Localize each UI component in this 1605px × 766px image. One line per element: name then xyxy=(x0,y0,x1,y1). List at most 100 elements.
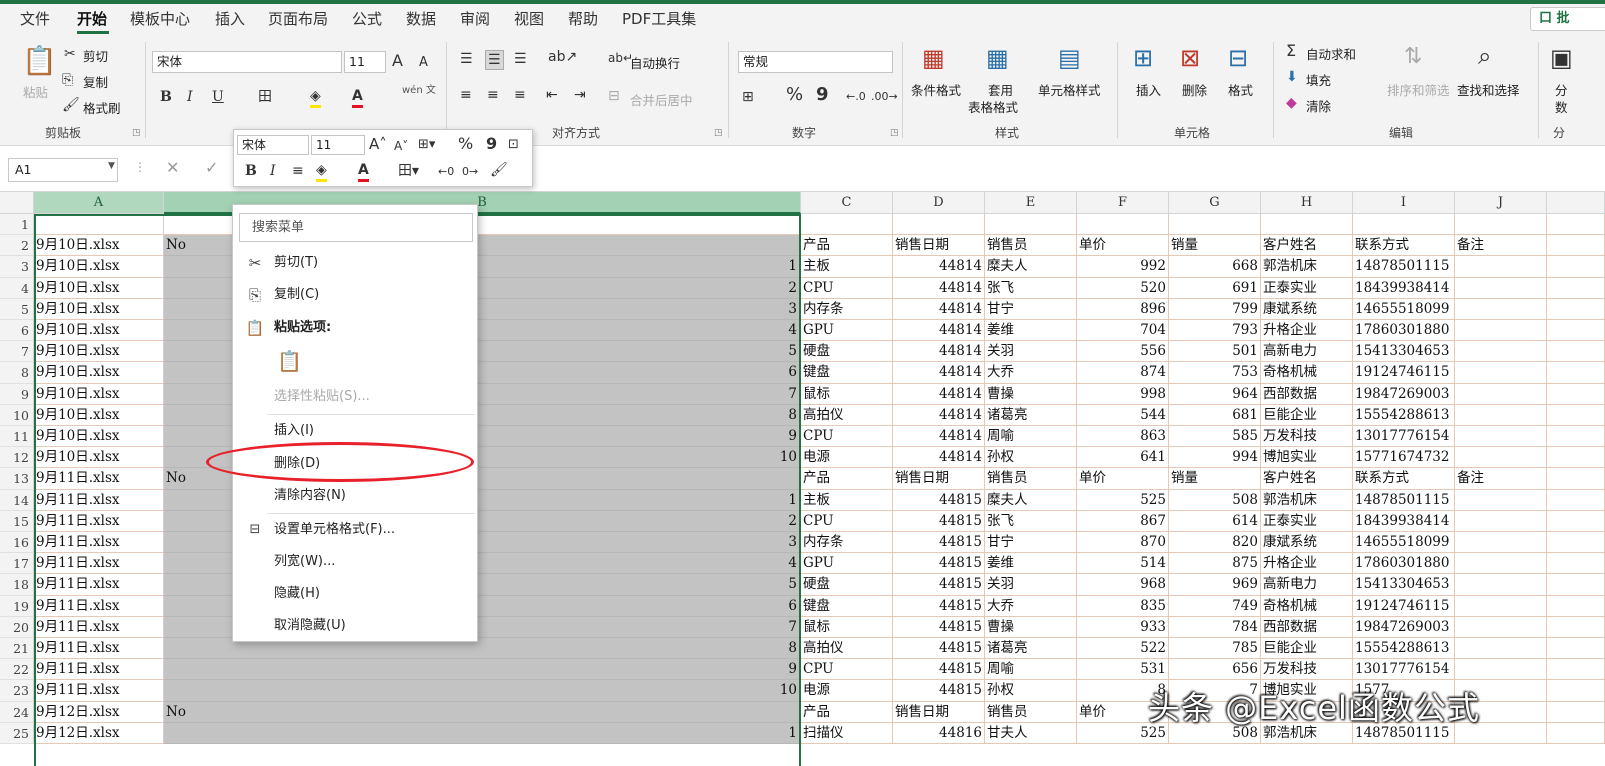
cell-a[interactable]: 9月11日.xlsx xyxy=(34,553,164,575)
cell-c[interactable]: 电源 xyxy=(801,447,893,469)
cell-g[interactable]: 799 xyxy=(1169,298,1261,320)
cell-b[interactable]: No xyxy=(164,701,801,723)
mini-format-painter-icon[interactable]: 🖌 xyxy=(490,161,508,179)
column-header-h[interactable]: H xyxy=(1261,192,1353,214)
font-name-select[interactable]: 宋体 xyxy=(152,51,342,73)
cell-k[interactable] xyxy=(1547,553,1605,575)
cell-e[interactable]: 大乔 xyxy=(985,362,1077,384)
cell-c[interactable]: CPU xyxy=(801,277,893,299)
cell-k[interactable] xyxy=(1547,404,1605,426)
cell-g[interactable]: 614 xyxy=(1169,510,1261,532)
cell-j[interactable] xyxy=(1455,277,1547,299)
cell-f[interactable]: 998 xyxy=(1077,383,1169,405)
name-box[interactable]: A1 xyxy=(8,158,118,182)
cell-a[interactable]: 9月11日.xlsx xyxy=(34,574,164,596)
cell-i[interactable]: 13017776154 xyxy=(1353,426,1455,448)
cell-e[interactable]: 张飞 xyxy=(985,510,1077,532)
decrease-decimal-icon[interactable]: .00→ xyxy=(871,88,898,106)
cell-d[interactable]: 销售日期 xyxy=(893,235,985,257)
cell-k[interactable] xyxy=(1547,722,1605,744)
cell-i[interactable]: 17860301880 xyxy=(1353,553,1455,575)
cell-d[interactable]: 44815 xyxy=(893,553,985,575)
cell-k[interactable] xyxy=(1547,235,1605,257)
cell-e[interactable]: 姜维 xyxy=(985,320,1077,342)
tab-view[interactable]: 视图 xyxy=(514,4,544,34)
cell-c[interactable]: GPU xyxy=(801,553,893,575)
format-painter-button[interactable]: 格式刷 xyxy=(83,98,121,117)
cell-e[interactable]: 关羽 xyxy=(985,341,1077,363)
cell-j[interactable] xyxy=(1455,553,1547,575)
cell-f[interactable]: 863 xyxy=(1077,426,1169,448)
clipboard-dialog-launcher-icon[interactable]: ◳ xyxy=(132,128,141,138)
cell-f[interactable]: 835 xyxy=(1077,595,1169,617)
cell-c[interactable]: 主板 xyxy=(801,489,893,511)
cell-g[interactable]: 销量 xyxy=(1169,235,1261,257)
column-header-f[interactable]: F xyxy=(1077,192,1169,214)
cell-d[interactable]: 44814 xyxy=(893,277,985,299)
cell-g[interactable]: 784 xyxy=(1169,616,1261,638)
cell-a[interactable]: 9月10日.xlsx xyxy=(34,404,164,426)
mini-fill-color-icon[interactable]: ◈ xyxy=(316,161,327,182)
mini-align-center-icon[interactable]: ≡ xyxy=(292,162,304,180)
align-middle-icon[interactable]: ☰ xyxy=(485,50,504,70)
cell-h[interactable]: 郭浩机床 xyxy=(1261,489,1353,511)
cell-h[interactable]: 西部数据 xyxy=(1261,616,1353,638)
cell-k[interactable] xyxy=(1547,510,1605,532)
column-header-j[interactable]: J xyxy=(1455,192,1547,214)
cell-b[interactable]: 9 xyxy=(164,659,801,681)
row-header[interactable]: 3 xyxy=(0,256,34,278)
cell-i[interactable]: 13017776154 xyxy=(1353,659,1455,681)
cell-e[interactable] xyxy=(985,214,1077,236)
cell-d[interactable]: 44814 xyxy=(893,383,985,405)
cell-h[interactable]: 客户姓名 xyxy=(1261,468,1353,490)
cell-e[interactable]: 孙权 xyxy=(985,447,1077,469)
tab-formulas[interactable]: 公式 xyxy=(352,4,382,34)
cell-i[interactable] xyxy=(1353,214,1455,236)
cell-g[interactable]: 508 xyxy=(1169,489,1261,511)
cell-a[interactable]: 9月10日.xlsx xyxy=(34,362,164,384)
cell-g[interactable] xyxy=(1169,214,1261,236)
cell-c[interactable]: 鼠标 xyxy=(801,616,893,638)
phonetic-icon[interactable]: wén 文 xyxy=(402,86,436,96)
cell-h[interactable]: 客户姓名 xyxy=(1261,235,1353,257)
underline-button[interactable]: U xyxy=(212,88,224,106)
row-header[interactable]: 21 xyxy=(0,638,34,660)
row-header[interactable]: 17 xyxy=(0,553,34,575)
cell-j[interactable] xyxy=(1455,383,1547,405)
row-header[interactable]: 18 xyxy=(0,574,34,596)
tab-file[interactable]: 文件 xyxy=(20,4,50,34)
cell-j[interactable]: 备注 xyxy=(1455,468,1547,490)
autosum-button[interactable]: 自动求和 xyxy=(1306,44,1356,63)
cell-d[interactable] xyxy=(893,214,985,236)
cell-j[interactable] xyxy=(1455,447,1547,469)
cell-d[interactable]: 44814 xyxy=(893,426,985,448)
cell-i[interactable]: 15413304653 xyxy=(1353,574,1455,596)
cell-j[interactable] xyxy=(1455,510,1547,532)
cell-h[interactable]: 康斌系统 xyxy=(1261,532,1353,554)
cell-d[interactable]: 44814 xyxy=(893,320,985,342)
format-cells-button[interactable]: 格式 xyxy=(1228,80,1253,99)
cell-g[interactable]: 656 xyxy=(1169,659,1261,681)
number-dialog-launcher-icon[interactable]: ◳ xyxy=(890,128,899,138)
cell-c[interactable]: GPU xyxy=(801,320,893,342)
cell-j[interactable] xyxy=(1455,404,1547,426)
cell-e[interactable]: 销售员 xyxy=(985,468,1077,490)
cell-i[interactable]: 18439938414 xyxy=(1353,277,1455,299)
mini-accounting-icon[interactable]: ⊞▾ xyxy=(418,136,435,154)
cell-d[interactable]: 44814 xyxy=(893,256,985,278)
cell-i[interactable]: 联系方式 xyxy=(1353,235,1455,257)
cell-i[interactable]: 17860301880 xyxy=(1353,320,1455,342)
cell-k[interactable] xyxy=(1547,616,1605,638)
cell-j[interactable] xyxy=(1455,532,1547,554)
cell-g[interactable]: 785 xyxy=(1169,638,1261,660)
mini-percent-icon[interactable]: % xyxy=(458,135,473,153)
column-header-i[interactable]: I xyxy=(1353,192,1455,214)
cell-f[interactable]: 514 xyxy=(1077,553,1169,575)
cell-f[interactable]: 933 xyxy=(1077,616,1169,638)
cell-c[interactable]: 鼠标 xyxy=(801,383,893,405)
cell-f[interactable]: 556 xyxy=(1077,341,1169,363)
cell-f[interactable]: 896 xyxy=(1077,298,1169,320)
mini-bold-button[interactable]: B xyxy=(245,162,257,180)
sort-filter-button[interactable]: 排序和筛选 xyxy=(1387,80,1450,99)
align-center-icon[interactable]: ≡ xyxy=(487,86,499,104)
